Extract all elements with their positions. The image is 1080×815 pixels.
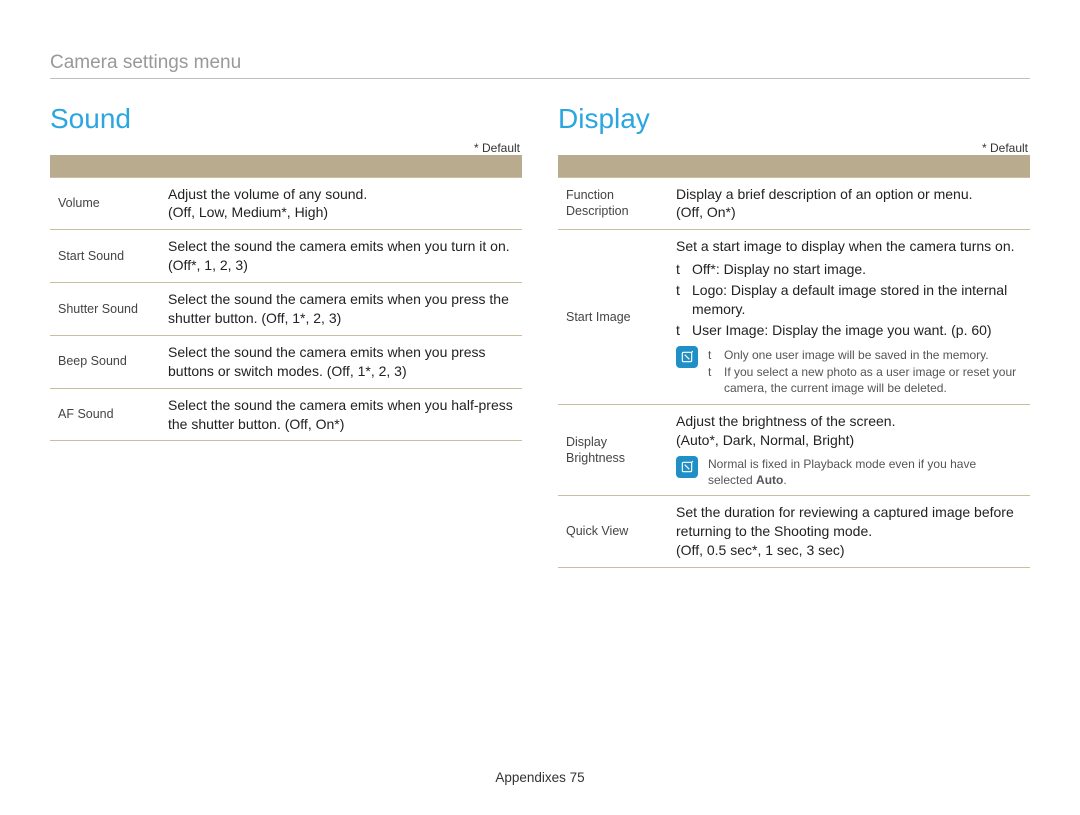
note-pre: Normal is fixed in Playback mode even if…: [708, 457, 976, 487]
table-header-row: [558, 155, 1030, 177]
item-label: Function Description: [558, 177, 668, 230]
columns: Sound * Default Volume Adjust the volume…: [50, 103, 1030, 568]
display-heading: Display: [558, 103, 1030, 135]
col-item: [50, 155, 160, 177]
item-label: AF Sound: [50, 388, 160, 441]
item-label: Shutter Sound: [50, 283, 160, 336]
desc-opts: (Off, Low, Medium*, High): [168, 204, 328, 220]
footer-label: Appendixes: [495, 770, 566, 785]
desc-text: Display a brief description of an option…: [676, 186, 973, 202]
bullet-list: tOff*: Display no start image. tLogo: Di…: [676, 260, 1022, 340]
item-label: Beep Sound: [50, 335, 160, 388]
sound-column: Sound * Default Volume Adjust the volume…: [50, 103, 522, 568]
desc-text: Set the duration for reviewing a capture…: [676, 504, 1014, 539]
note-line: If you select a new photo as a user imag…: [724, 364, 1022, 396]
page: Camera settings menu Sound * Default Vol…: [0, 0, 1080, 815]
note-line: Only one user image will be saved in the…: [724, 347, 989, 363]
table-header-row: [50, 155, 522, 177]
item-desc: Set a start image to display when the ca…: [668, 230, 1030, 405]
note-box: t Only one user image will be saved in th…: [676, 346, 1022, 398]
item-label: Start Image: [558, 230, 668, 405]
table-row: Function Description Display a brief des…: [558, 177, 1030, 230]
list-item: tIf you select a new photo as a user ima…: [708, 364, 1022, 396]
note-icon: [676, 456, 698, 478]
note-post: .: [783, 473, 786, 487]
table-row: Display Brightness Adjust the brightness…: [558, 405, 1030, 496]
bullet-text: Logo: Display a default image stored in …: [692, 281, 1022, 319]
table-row: AF Sound Select the sound the camera emi…: [50, 388, 522, 441]
note-box: Normal is fixed in Playback mode even if…: [676, 456, 1022, 488]
table-row: Volume Adjust the volume of any sound. (…: [50, 177, 522, 230]
item-label: Volume: [50, 177, 160, 230]
desc-opts: (Off, On*): [676, 204, 736, 220]
default-note: * Default: [558, 141, 1030, 155]
desc-opts: (Auto*, Dark, Normal, Bright): [676, 432, 854, 448]
list-item: t User Image: Display the image you want.…: [676, 321, 1022, 340]
table-row: Start Image Set a start image to display…: [558, 230, 1030, 405]
item-label: Quick View: [558, 496, 668, 568]
display-table: Function Description Display a brief des…: [558, 155, 1030, 568]
note-text: Normal is fixed in Playback mode even if…: [708, 456, 1022, 488]
bullet-text: User Image: Display the image you want. …: [692, 321, 992, 340]
item-label: Start Sound: [50, 230, 160, 283]
sound-heading: Sound: [50, 103, 522, 135]
divider: [50, 78, 1030, 79]
note-text: t Only one user image will be saved in th…: [708, 346, 1022, 398]
footer: Appendixes 75: [0, 770, 1080, 785]
item-desc: Adjust the brightness of the screen. (Au…: [668, 405, 1030, 496]
desc-text: Set a start image to display when the ca…: [676, 237, 1022, 256]
item-desc: Select the sound the camera emits when y…: [160, 283, 522, 336]
list-item: tLogo: Display a default image stored in…: [676, 281, 1022, 319]
desc-text: Adjust the brightness of the screen.: [676, 413, 895, 429]
sound-table: Volume Adjust the volume of any sound. (…: [50, 155, 522, 441]
bullet-mark: t: [708, 347, 718, 363]
footer-page: 75: [570, 770, 585, 785]
bullet-mark: t: [676, 281, 686, 319]
item-desc: Adjust the volume of any sound. (Off, Lo…: [160, 177, 522, 230]
list-item: t Only one user image will be saved in th…: [708, 347, 1022, 363]
desc-opts: (Off, 0.5 sec*, 1 sec, 3 sec): [676, 542, 845, 558]
table-row: Quick View Set the duration for reviewin…: [558, 496, 1030, 568]
item-desc: Select the sound the camera emits when y…: [160, 230, 522, 283]
note-bold: Auto: [756, 473, 783, 487]
col-item: [558, 155, 668, 177]
table-row: Beep Sound Select the sound the camera e…: [50, 335, 522, 388]
bullet-mark: t: [676, 260, 686, 279]
item-desc: Display a brief description of an option…: [668, 177, 1030, 230]
page-title: Camera settings menu: [50, 52, 1030, 74]
item-label: Display Brightness: [558, 405, 668, 496]
item-desc: Select the sound the camera emits when y…: [160, 335, 522, 388]
bullet-mark: t: [708, 364, 718, 396]
table-row: Start Sound Select the sound the camera …: [50, 230, 522, 283]
note-icon: [676, 346, 698, 368]
display-column: Display * Default Function Description D…: [558, 103, 1030, 568]
bullet-text: Off*: Display no start image.: [692, 260, 866, 279]
bullet-mark: t: [676, 321, 686, 340]
desc-text: Adjust the volume of any sound.: [168, 186, 367, 202]
list-item: t Off*: Display no start image.: [676, 260, 1022, 279]
default-note: * Default: [50, 141, 522, 155]
col-desc: [668, 155, 1030, 177]
table-row: Shutter Sound Select the sound the camer…: [50, 283, 522, 336]
item-desc: Set the duration for reviewing a capture…: [668, 496, 1030, 568]
item-desc: Select the sound the camera emits when y…: [160, 388, 522, 441]
col-desc: [160, 155, 522, 177]
